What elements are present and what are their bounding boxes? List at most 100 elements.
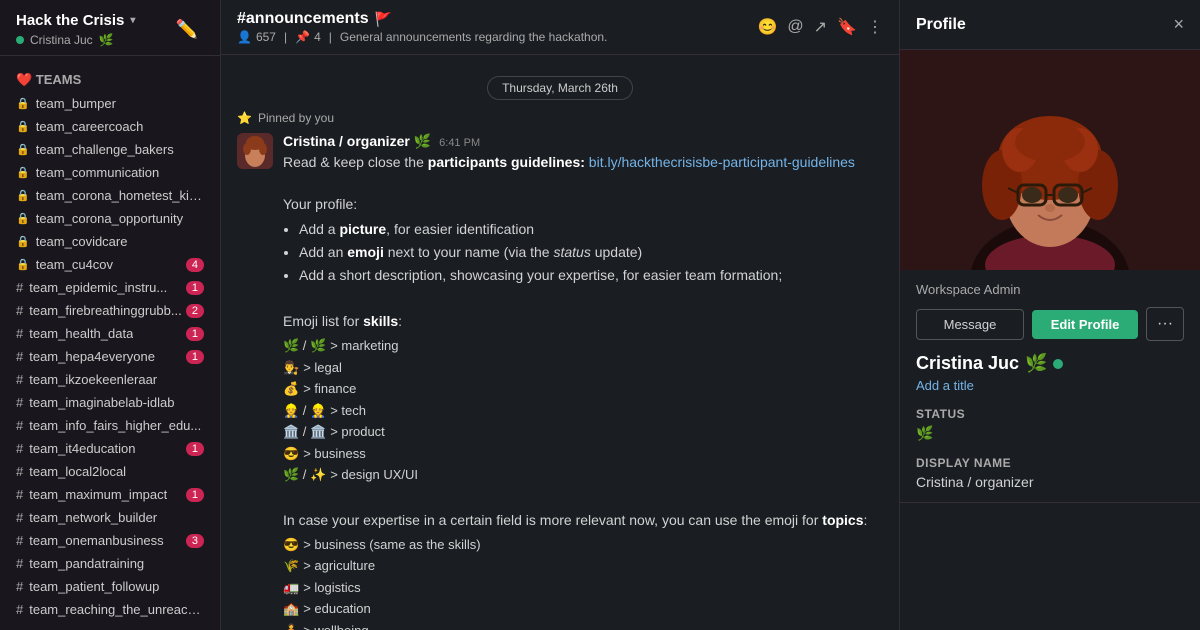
hash-icon: # bbox=[16, 303, 23, 318]
edit-profile-button[interactable]: Edit Profile bbox=[1032, 310, 1138, 339]
profile-info: Workspace Admin Message Edit Profile ···… bbox=[900, 270, 1200, 503]
sidebar: Hack the Crisis ▾ Cristina Juc 🌿 ✏️ ❤️ T… bbox=[0, 0, 220, 630]
sidebar-item-team_onemanbusiness[interactable]: #team_onemanbusiness 3 bbox=[0, 529, 220, 552]
channel-meta: 👤 657 | 📌 4 | General announcements rega… bbox=[237, 30, 750, 44]
message-header: Cristina / organizer 🌿 6:41 PM bbox=[283, 133, 883, 150]
emoji-action-icon[interactable]: 😊 bbox=[758, 17, 778, 37]
emoji-row: 👨‍⚖️> legal bbox=[283, 358, 883, 378]
more-action-icon[interactable]: ⋮ bbox=[867, 17, 883, 37]
sidebar-item-team_firebreathing[interactable]: #team_firebreathinggrubb... 2 bbox=[0, 299, 220, 322]
sidebar-item-team_reaching[interactable]: #team_reaching_the_unreach... bbox=[0, 598, 220, 621]
hash-icon: # bbox=[16, 418, 23, 433]
hash-icon: # bbox=[16, 326, 23, 341]
hash-icon: # bbox=[16, 579, 23, 594]
emoji-row: 😎> business bbox=[283, 444, 883, 464]
hash-icon: # bbox=[16, 510, 23, 525]
emoji-row: 🏫> education bbox=[283, 599, 883, 619]
badge: 1 bbox=[186, 442, 204, 456]
lock-icon: 🔒 bbox=[16, 120, 30, 133]
message-author: Cristina / organizer 🌿 bbox=[283, 133, 431, 150]
close-button[interactable]: × bbox=[1173, 14, 1184, 35]
more-options-button[interactable]: ··· bbox=[1146, 307, 1184, 341]
emoji-row: 🏛️ / 🏛️> product bbox=[283, 422, 883, 442]
sidebar-item-team_careercoach[interactable]: 🔒team_careercoach bbox=[0, 115, 220, 138]
hash-icon: # bbox=[16, 280, 23, 295]
sidebar-item-team_corona_hometest[interactable]: 🔒team_corona_hometest_kit_... bbox=[0, 184, 220, 207]
skills-emoji-list: 🌿 / 🌿> marketing 👨‍⚖️> legal 💰> finance … bbox=[283, 336, 883, 485]
teams-section-header: ❤️ TEAMS bbox=[0, 68, 220, 92]
lock-icon: 🔒 bbox=[16, 258, 30, 271]
sidebar-item-team_pandatraining[interactable]: #team_pandatraining bbox=[0, 552, 220, 575]
lock-icon: 🔒 bbox=[16, 166, 30, 179]
profile-actions: Message Edit Profile ··· bbox=[916, 307, 1184, 341]
sidebar-item-team_communication[interactable]: 🔒team_communication bbox=[0, 161, 220, 184]
sidebar-item-team_maximum_impact[interactable]: #team_maximum_impact 1 bbox=[0, 483, 220, 506]
badge: 4 bbox=[186, 258, 204, 272]
pin-icon: 📌 bbox=[295, 30, 310, 44]
emoji-row: 💰> finance bbox=[283, 379, 883, 399]
lock-icon: 🔒 bbox=[16, 143, 30, 156]
sidebar-item-team_cu4cov[interactable]: 🔒team_cu4cov 4 bbox=[0, 253, 220, 276]
guidelines-link[interactable]: bit.ly/hackthecrisisbe-participant-guide… bbox=[589, 154, 855, 170]
sidebar-item-team_it4education[interactable]: #team_it4education 1 bbox=[0, 437, 220, 460]
channel-name[interactable]: #announcements bbox=[237, 10, 369, 28]
hash-icon: # bbox=[16, 487, 23, 502]
status-dot-icon bbox=[16, 36, 24, 44]
sidebar-item-team_covidcare[interactable]: 🔒team_covidcare bbox=[0, 230, 220, 253]
message-button[interactable]: Message bbox=[916, 309, 1024, 340]
message-content: Cristina / organizer 🌿 6:41 PM Read & ke… bbox=[283, 133, 883, 630]
sidebar-item-team_network_builder[interactable]: #team_network_builder bbox=[0, 506, 220, 529]
sidebar-header: Hack the Crisis ▾ Cristina Juc 🌿 ✏️ bbox=[0, 0, 220, 56]
avatar bbox=[237, 133, 273, 169]
hash-icon: # bbox=[16, 441, 23, 456]
topics-emoji-list: 😎> business (same as the skills) 🌾> agri… bbox=[283, 535, 883, 630]
sidebar-item-team_local2local[interactable]: #team_local2local bbox=[0, 460, 220, 483]
chat-scroll[interactable]: Thursday, March 26th ⭐ Pinned by you bbox=[221, 55, 899, 630]
display-name-field: Display name Cristina / organizer bbox=[916, 456, 1184, 490]
bookmark-action-icon[interactable]: 🔖 bbox=[837, 17, 857, 37]
profile-panel-title: Profile bbox=[916, 16, 966, 34]
sidebar-item-team_info_fairs[interactable]: #team_info_fairs_higher_edu... bbox=[0, 414, 220, 437]
emoji-row: 😎> business (same as the skills) bbox=[283, 535, 883, 555]
at-action-icon[interactable]: @ bbox=[787, 18, 803, 36]
sidebar-item-team_health_data[interactable]: #team_health_data 1 bbox=[0, 322, 220, 345]
emoji-row: 🧘> wellbeing bbox=[283, 621, 883, 630]
hash-icon: # bbox=[16, 602, 23, 617]
sidebar-item-team_ikzoekeenleraar[interactable]: #team_ikzoekeenleraar bbox=[0, 368, 220, 391]
teams-section: ❤️ TEAMS 🔒team_bumper 🔒team_careercoach … bbox=[0, 56, 220, 625]
sidebar-scroll: ❤️ TEAMS 🔒team_bumper 🔒team_careercoach … bbox=[0, 56, 220, 630]
sidebar-item-team_patient_followup[interactable]: #team_patient_followup bbox=[0, 575, 220, 598]
message-time: 6:41 PM bbox=[439, 137, 480, 149]
pinned-banner: ⭐ Pinned by you bbox=[237, 107, 883, 133]
sidebar-item-team_challenge_bakers[interactable]: 🔒team_challenge_bakers bbox=[0, 138, 220, 161]
sidebar-item-team_hepa4everyone[interactable]: #team_hepa4everyone 1 bbox=[0, 345, 220, 368]
compose-button[interactable]: ✏️ bbox=[170, 17, 204, 42]
sidebar-item-team_epidemic[interactable]: #team_epidemic_instru... 1 bbox=[0, 276, 220, 299]
name-emoji: 🌿 bbox=[1025, 353, 1047, 374]
add-title-link[interactable]: Add a title bbox=[916, 378, 1184, 393]
badge: 2 bbox=[186, 304, 204, 318]
badge: 1 bbox=[186, 327, 204, 341]
user-status: Cristina Juc 🌿 bbox=[16, 33, 135, 47]
share-action-icon[interactable]: ↗ bbox=[814, 17, 827, 37]
sidebar-item-team_corona_opportunity[interactable]: 🔒team_corona_opportunity bbox=[0, 207, 220, 230]
badge: 1 bbox=[186, 281, 204, 295]
channel-header: #announcements 🚩 👤 657 | 📌 4 | General a… bbox=[221, 0, 899, 55]
header-actions: 😊 @ ↗ 🔖 ⋮ bbox=[758, 17, 884, 37]
lock-icon: 🔒 bbox=[16, 97, 30, 110]
hash-icon: # bbox=[16, 556, 23, 571]
sidebar-item-team_imaginelab[interactable]: #team_imaginabelab-idlab bbox=[0, 391, 220, 414]
display-name-value: Cristina / organizer bbox=[916, 474, 1184, 490]
star-icon: ⭐ bbox=[237, 111, 252, 125]
message-text: Read & keep close the participants guide… bbox=[283, 152, 883, 630]
status-field: Status 🌿 bbox=[916, 407, 1184, 442]
status-value: 🌿 bbox=[916, 425, 1184, 442]
display-name-label: Display name bbox=[916, 456, 1184, 470]
online-indicator bbox=[1053, 359, 1063, 369]
emoji-row: 🌿 / ✨> design UX/UI bbox=[283, 465, 883, 485]
workspace-name[interactable]: Hack the Crisis ▾ bbox=[16, 12, 135, 29]
emoji-row: 🌿 / 🌿> marketing bbox=[283, 336, 883, 356]
sidebar-item-team_bumper[interactable]: 🔒team_bumper bbox=[0, 92, 220, 115]
lock-icon: 🔒 bbox=[16, 235, 30, 248]
badge: 1 bbox=[186, 488, 204, 502]
